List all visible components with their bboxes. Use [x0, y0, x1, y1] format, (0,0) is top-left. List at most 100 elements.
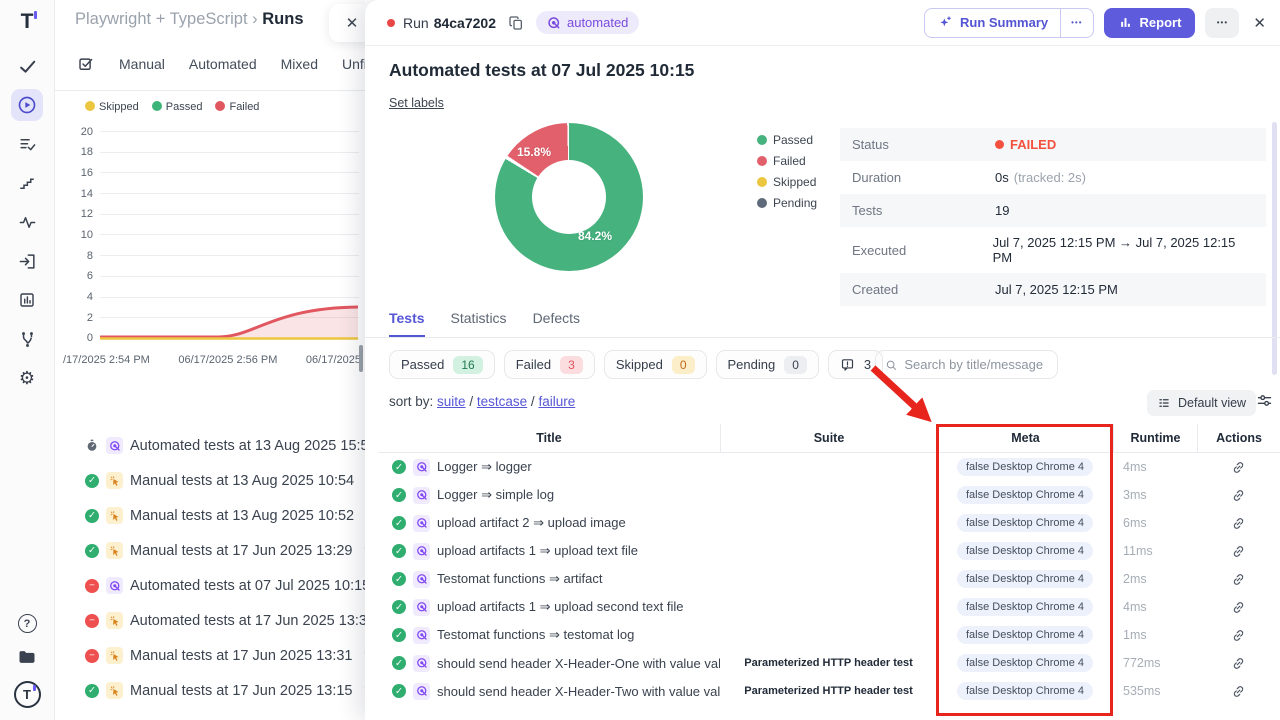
artifact-link-icon[interactable]	[1231, 487, 1246, 502]
tab-mixed[interactable]: Mixed	[281, 56, 318, 72]
test-title: Testomat functions ⇒ testomat log	[437, 627, 634, 643]
detail-close-button[interactable]: ✕	[1253, 14, 1266, 32]
artifact-link-icon[interactable]	[1231, 571, 1246, 586]
workspace-avatar[interactable]: T	[14, 681, 41, 708]
y-tick: 10	[63, 229, 93, 241]
filter-skipped[interactable]: Skipped0	[604, 350, 707, 379]
table-row[interactable]: ✓upload artifacts 1 ⇒ upload second text…	[378, 593, 1280, 621]
table-row[interactable]: ✓Testomat functions ⇒ testomat log false…	[378, 621, 1280, 649]
search-input[interactable]	[904, 357, 1048, 372]
sidebar-item-tests[interactable]	[11, 50, 43, 82]
automated-badge[interactable]: automated	[536, 11, 639, 34]
table-header: Title Suite Meta Runtime Actions	[378, 424, 1280, 453]
test-title: upload artifacts 1 ⇒ upload text file	[437, 543, 638, 559]
col-actions[interactable]: Actions	[1197, 424, 1280, 452]
sort-by-testcase[interactable]: testcase	[477, 394, 527, 409]
report-button[interactable]: Report	[1104, 8, 1196, 38]
automated-test-icon	[413, 571, 430, 588]
run-detail-panel: Run 84ca7202 automated Run Summary ••• R…	[365, 0, 1280, 720]
table-row[interactable]: ✓upload artifact 2 ⇒ upload image false …	[378, 509, 1280, 537]
view-settings-button[interactable]	[1256, 392, 1273, 409]
chart-series	[100, 126, 360, 349]
copy-run-id-button[interactable]	[508, 15, 524, 31]
sidebar-item-reports[interactable]	[11, 284, 43, 316]
select-runs-button[interactable]	[77, 55, 95, 73]
artifact-link-icon[interactable]	[1231, 627, 1246, 642]
legend-failed: Failed	[215, 101, 259, 113]
col-meta[interactable]: Meta	[937, 424, 1113, 452]
y-tick: 4	[63, 291, 93, 303]
import-icon	[20, 255, 33, 268]
panel-scrollbar[interactable]	[359, 345, 363, 372]
table-row[interactable]: ✓should send header X-Header-Two with va…	[378, 677, 1280, 705]
sidebar-item-steps[interactable]	[11, 167, 43, 199]
passed-count: 16	[453, 356, 482, 374]
col-title[interactable]: Title	[378, 424, 720, 452]
col-suite[interactable]: Suite	[720, 424, 937, 452]
detail-header: Run 84ca7202 automated Run Summary ••• R…	[365, 0, 1280, 46]
breadcrumb-project[interactable]: Playwright + TypeScript	[75, 10, 248, 28]
failed-percent-label: 15.8%	[517, 145, 551, 159]
info-row-status: Status FAILED	[840, 128, 1266, 161]
sidebar-item-branches[interactable]	[11, 323, 43, 355]
set-labels-link[interactable]: Set labels	[389, 96, 444, 110]
artifact-link-icon[interactable]	[1231, 683, 1246, 698]
meta-badge: false Desktop Chrome 4	[957, 514, 1093, 532]
run-list-item[interactable]: ✓ Manual tests at 13 Aug 2025 10:54 2	[55, 463, 365, 498]
run-list-item[interactable]: ✓ Manual tests at 17 Jun 2025 13:29 from	[55, 533, 365, 568]
table-row[interactable]: ✓upload artifacts 1 ⇒ upload text file f…	[378, 537, 1280, 565]
artifact-link-icon[interactable]	[1231, 655, 1246, 670]
tab-defects[interactable]: Defects	[533, 310, 580, 337]
run-list-item[interactable]: ✓ Manual tests at 13 Aug 2025 10:52 from	[55, 498, 365, 533]
help-button[interactable]: ?	[18, 614, 37, 633]
sidebar-item-import[interactable]	[11, 245, 43, 277]
artifact-link-icon[interactable]	[1231, 515, 1246, 530]
test-title: should send header X-Header-Two with val…	[437, 684, 720, 699]
filter-failed[interactable]: Failed3	[504, 350, 595, 379]
run-summary-button[interactable]: Run Summary •••	[924, 8, 1094, 38]
filter-pending[interactable]: Pending0	[716, 350, 819, 379]
run-list-item[interactable]: Automated tests at 13 Aug 2025 15:53	[55, 428, 365, 463]
col-runtime[interactable]: Runtime	[1113, 424, 1197, 452]
meta-badge: false Desktop Chrome 4	[957, 570, 1093, 588]
table-row[interactable]: ✓Logger ⇒ logger false Desktop Chrome 4 …	[378, 453, 1280, 481]
tab-manual[interactable]: Manual	[119, 56, 165, 72]
test-title: should send header X-Header-One with val…	[437, 656, 720, 671]
run-summary-more-button[interactable]: •••	[1061, 9, 1092, 37]
meta-badge: false Desktop Chrome 4	[957, 598, 1093, 616]
run-list-item[interactable]: − Automated tests at 07 Jul 2025 10:15	[55, 568, 365, 603]
y-tick: 0	[63, 332, 93, 344]
run-title: Manual tests at 17 Jun 2025 13:15	[130, 683, 353, 699]
app-logo[interactable]: T	[21, 10, 34, 34]
breadcrumb-separator: ›	[252, 10, 258, 28]
default-view-button[interactable]: Default view	[1147, 390, 1256, 416]
artifact-link-icon[interactable]	[1231, 543, 1246, 558]
run-list-item[interactable]: − Automated tests at 17 Jun 2025 13:30	[55, 603, 365, 638]
tab-unfinished[interactable]: Unfini	[342, 56, 365, 72]
table-row[interactable]: ✓Logger ⇒ simple log false Desktop Chrom…	[378, 481, 1280, 509]
table-row[interactable]: ✓Testomat functions ⇒ artifact false Des…	[378, 565, 1280, 593]
sort-by-failure[interactable]: failure	[538, 394, 575, 409]
artifact-link-icon[interactable]	[1231, 459, 1246, 474]
sidebar-item-settings[interactable]: ⚙	[11, 362, 43, 394]
tab-tests[interactable]: Tests	[389, 310, 425, 337]
run-list-item[interactable]: ✓ Manual tests at 17 Jun 2025 13:15 from	[55, 673, 365, 708]
panel-close-button[interactable]: ✕	[329, 4, 365, 42]
pending-status-icon	[85, 439, 99, 453]
run-label: Run	[403, 15, 429, 31]
more-actions-button[interactable]: •••	[1205, 8, 1239, 38]
automated-test-icon	[413, 627, 430, 644]
tab-automated[interactable]: Automated	[189, 56, 257, 72]
filter-passed[interactable]: Passed16	[389, 350, 495, 379]
sidebar-item-runs[interactable]	[11, 89, 43, 121]
table-row[interactable]: ✓should send header X-Header-One with va…	[378, 649, 1280, 677]
sidebar-item-plans[interactable]	[11, 128, 43, 160]
sidebar-item-pulse[interactable]	[11, 206, 43, 238]
docs-button[interactable]	[17, 647, 37, 667]
passed-status-icon: ✓	[85, 474, 99, 488]
artifact-link-icon[interactable]	[1231, 599, 1246, 614]
tab-statistics[interactable]: Statistics	[451, 310, 507, 337]
passed-status-icon: ✓	[392, 628, 406, 642]
sort-by-suite[interactable]: suite	[437, 394, 466, 409]
run-list-item[interactable]: − Manual tests at 17 Jun 2025 13:31 from	[55, 638, 365, 673]
